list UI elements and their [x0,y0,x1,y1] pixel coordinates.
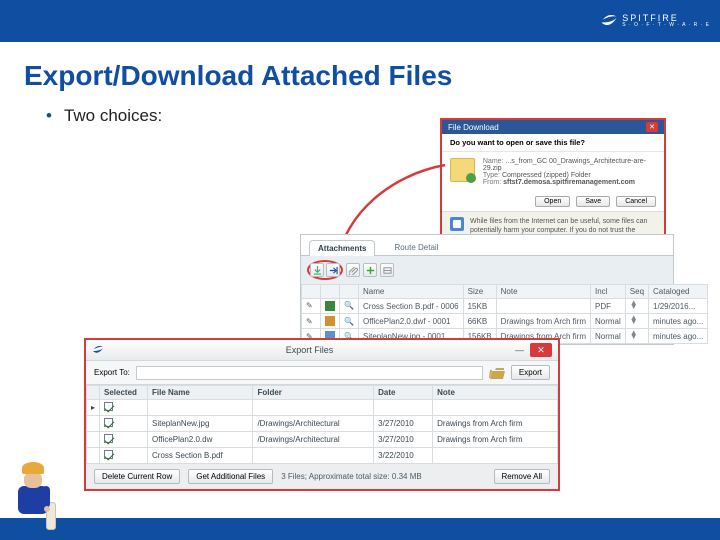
col-seq[interactable]: Seq [625,285,648,299]
attachments-toolbar [301,256,673,284]
attachments-panel: Attachments Route Detail Name Size Note … [300,234,674,345]
export-grid: Selected File Name Folder Date Note ▸ Si… [86,385,558,464]
tab-route-detail[interactable]: Route Detail [385,239,447,255]
col-date[interactable]: Date [374,386,433,400]
file-download-titlebar[interactable]: File Download ✕ [442,120,664,134]
seq-up-down-icon[interactable]: ▲▼ [630,316,638,324]
col-name[interactable]: Name [359,285,464,299]
construction-worker-icon [8,462,62,540]
brand-sub: S · O · F · T · W · A · R · E [622,23,710,28]
attachments-grid: Name Size Note Incl Seq Cataloged ✎ 🔍 Cr… [301,284,708,344]
select-all-row: ▸ [87,400,558,416]
close-icon[interactable]: ✕ [646,122,658,132]
col-catalog[interactable]: Cataloged [649,285,708,299]
tab-attachments[interactable]: Attachments [309,240,375,256]
select-all-checkbox再[interactable] [104,402,113,411]
edit-icon[interactable]: ✎ [306,301,316,311]
spitfire-swoosh-icon [92,344,104,356]
export-path-input[interactable] [136,366,483,380]
col-size[interactable]: Size [463,285,496,299]
add-icon[interactable] [363,263,377,277]
footer-bar [0,518,720,540]
cancel-button[interactable]: Cancel [616,196,656,207]
open-folder-icon[interactable] [489,367,505,379]
col-incl[interactable]: Incl [591,285,626,299]
view-icon[interactable]: 🔍 [344,301,354,311]
export-row[interactable]: SiteplanNew.jpg /Drawings/Architectural … [87,416,558,432]
attachment-row[interactable]: ✎🔍 OfficePlan2.0.dwf - 0001 66KB Drawing… [302,314,708,329]
col-note[interactable]: Note [433,386,558,400]
remove-all-button[interactable]: Remove All [494,469,550,484]
export-row[interactable]: OfficePlan2.0.dw /Drawings/Architectural… [87,432,558,448]
col-folder[interactable]: Folder [253,386,374,400]
attachment-row[interactable]: ✎ 🔍 Cross Section B.pdf - 0006 15KB PDF … [302,299,708,314]
shield-icon [450,217,464,231]
col-note[interactable]: Note [496,285,590,299]
export-titlebar[interactable]: Export Files — ✕ [86,340,558,360]
brand-header: SPITFIRE S · O · F · T · W · A · R · E [0,0,720,42]
row-checkbox[interactable] [104,434,113,443]
seq-up-down-icon[interactable]: ▲▼ [630,331,638,339]
export-download-highlight [307,260,343,280]
export-button[interactable]: Export [511,365,550,380]
close-icon[interactable]: ✕ [530,343,552,357]
export-icon[interactable] [326,263,340,277]
minimize-icon[interactable]: — [509,345,530,355]
seq-up-down-icon[interactable]: ▲▼ [630,301,638,309]
xls-file-icon [325,301,335,311]
file-download-question: Do you want to open or save this file? [442,134,664,152]
export-status: 3 Files; Approximate total size: 0.34 MB [281,472,422,481]
export-title: Export Files [110,345,509,355]
download-icon[interactable] [310,263,324,277]
file-download-title: File Download [448,123,499,132]
dwg-file-icon [325,316,335,326]
slide-title: Export/Download Attached Files [24,60,696,92]
export-row[interactable]: Cross Section B.pdf 3/22/2010 [87,448,558,464]
attach-icon[interactable] [346,263,360,277]
save-button[interactable]: Save [576,196,610,207]
brand-logo: SPITFIRE S · O · F · T · W · A · R · E [600,12,710,30]
col-selected[interactable]: Selected [100,386,148,400]
spitfire-swoosh-icon [600,12,618,30]
row-checkbox[interactable] [104,418,113,427]
col-file[interactable]: File Name [148,386,253,400]
file-download-dialog: File Download ✕ Do you want to open or s… [440,118,666,251]
export-to-label: Export To: [94,368,130,377]
get-additional-files-button[interactable]: Get Additional Files [188,469,273,484]
file-download-info: Name: ...s_from_GC 00_Drawings_Architect… [483,158,656,186]
row-checkbox[interactable] [104,450,113,459]
delete-row-button[interactable]: Delete Current Row [94,469,180,484]
export-files-window: Export Files — ✕ Export To: Export Selec… [84,338,560,491]
scan-icon[interactable] [380,263,394,277]
zip-folder-icon [450,158,475,182]
open-button[interactable]: Open [535,196,570,207]
